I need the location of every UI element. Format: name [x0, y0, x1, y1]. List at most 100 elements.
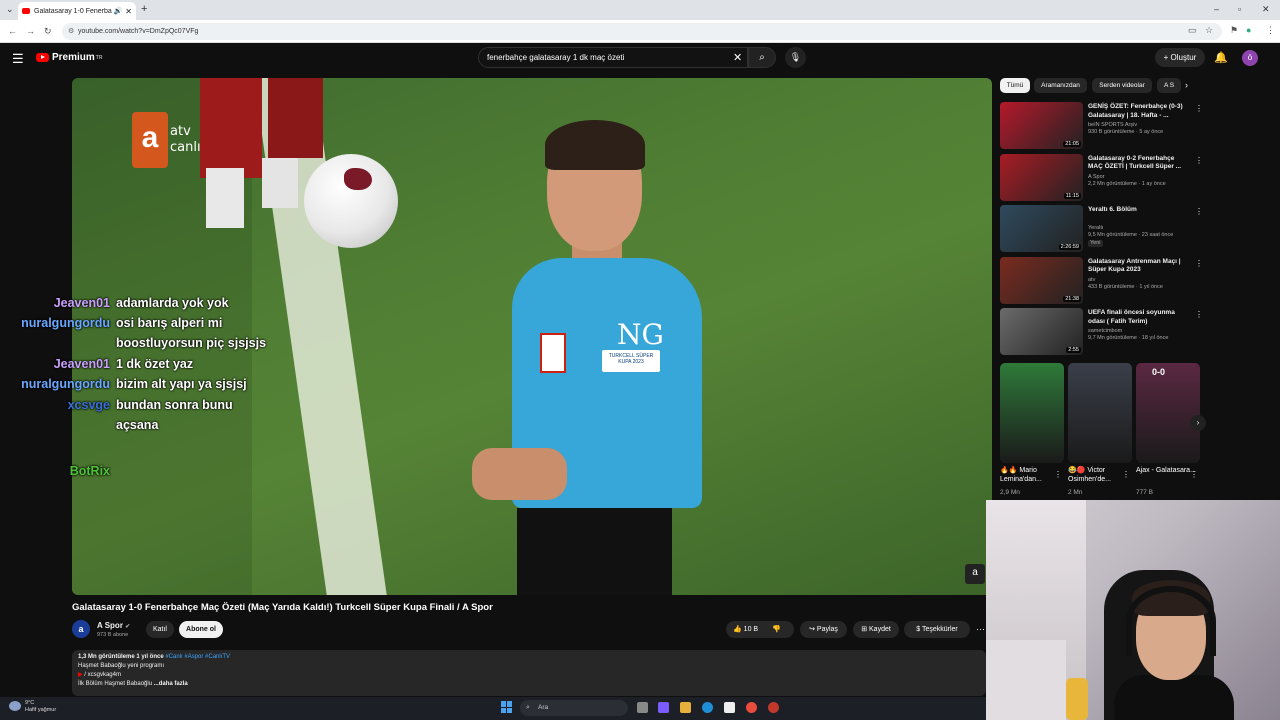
store-icon[interactable]	[724, 702, 735, 713]
related-video-channel[interactable]: sametcimbom	[1088, 328, 1192, 335]
short-menu-icon[interactable]: ⋮	[1054, 470, 1062, 479]
chip-channel[interactable]: A S	[1157, 78, 1181, 93]
maximize-icon[interactable]: ▫	[1238, 4, 1241, 14]
channel-watermark-icon[interactable]: a	[965, 564, 985, 584]
profile-icon[interactable]: ●	[1246, 25, 1251, 35]
short-title[interactable]: 🔥🔥 Mario Lemina'dan...	[1000, 466, 1060, 484]
related-video-title[interactable]: Galatasaray Antrenman Maçı | Süper Kupa …	[1088, 258, 1188, 275]
short-thumbnail[interactable]	[1000, 363, 1064, 463]
short-title[interactable]: Ajax - Galatasara...	[1136, 466, 1196, 475]
short-thumbnail[interactable]	[1068, 363, 1132, 463]
video-menu-icon[interactable]: ⋮	[1195, 104, 1203, 113]
reload-icon[interactable]: ↻	[44, 26, 52, 37]
related-video-title[interactable]: Galatasaray 0-2 Fenerbahçe MAÇ ÖZETİ | T…	[1088, 155, 1188, 172]
desc-link[interactable]: ▶ / xcsgvkag4m	[78, 671, 980, 680]
related-video-channel[interactable]: atv	[1088, 277, 1192, 284]
new-tab-icon[interactable]: +	[141, 3, 147, 15]
video-menu-icon[interactable]: ⋮	[1195, 259, 1203, 268]
video-thumbnail[interactable]: 2:26:59	[1000, 205, 1083, 252]
site-info-icon[interactable]: ⚙	[68, 23, 74, 40]
forward-icon[interactable]: →	[26, 26, 35, 36]
chat-username[interactable]: nuralgungordu	[21, 377, 110, 391]
browser-tab[interactable]: Galatasaray 1-0 Fenerbahçe 🔊 ✕	[18, 2, 136, 20]
voice-search-button[interactable]: 🎙	[785, 47, 806, 68]
avatar[interactable]: ö	[1242, 50, 1258, 66]
create-button[interactable]: + Oluştur	[1155, 48, 1205, 67]
notifications-bell-icon[interactable]: 🔔	[1214, 51, 1228, 64]
windows-start-icon[interactable]	[501, 701, 513, 713]
youtube-logo[interactable]: Premium TR	[36, 52, 102, 63]
search-button[interactable]: ⌕	[748, 47, 776, 68]
description-box[interactable]: 1,3 Mn görüntüleme 1 yıl önce #Canlı #As…	[72, 650, 986, 696]
video-menu-icon[interactable]: ⋮	[1195, 207, 1203, 216]
extensions-icon[interactable]: ⚑	[1230, 25, 1238, 36]
file-explorer-icon[interactable]	[680, 702, 691, 713]
bookmark-star-icon[interactable]: ☆	[1205, 25, 1213, 36]
join-button[interactable]: Katıl	[146, 621, 174, 638]
show-more-link[interactable]: ...daha fazla	[154, 681, 188, 687]
related-video-item[interactable]: 21:05 GENİŞ ÖZET: Fenerbahçe (0-3) Galata…	[1000, 102, 1203, 149]
hamburger-menu-icon[interactable]: ☰	[12, 51, 24, 67]
copilot-icon[interactable]	[658, 702, 669, 713]
install-icon[interactable]: ▭	[1188, 25, 1197, 36]
video-menu-icon[interactable]: ⋮	[1195, 156, 1203, 165]
related-video-title[interactable]: GENİŞ ÖZET: Fenerbahçe (0-3) Galatasaray…	[1088, 103, 1188, 120]
dislike-icon[interactable]: 👎	[772, 626, 781, 633]
thanks-button[interactable]: $ Teşekkürler	[904, 621, 970, 638]
short-menu-icon[interactable]: ⋮	[1190, 470, 1198, 479]
chevron-right-icon[interactable]: ›	[1185, 80, 1188, 90]
like-dislike-group[interactable]: 👍 10 B 👎	[726, 621, 794, 638]
short-thumbnail[interactable]: 0-0	[1136, 363, 1200, 463]
subscribe-button[interactable]: Abone ol	[179, 621, 223, 638]
related-video-item[interactable]: 11:15 Galatasaray 0-2 Fenerbahçe MAÇ ÖZET…	[1000, 153, 1203, 201]
taskbar-search[interactable]: ⌕ Ara	[520, 700, 628, 716]
save-button[interactable]: ⊞ Kaydet	[853, 621, 899, 638]
search-input[interactable]: fenerbahçe galatasaray 1 dk maç özeti	[478, 47, 748, 68]
url-field[interactable]: ⚙ youtube.com/watch?v=DmZpQc07VFg	[62, 23, 1222, 40]
video-thumbnail[interactable]: 11:15	[1000, 153, 1083, 201]
short-title[interactable]: 😂🔴 Victor Osimhen'de...	[1068, 466, 1128, 484]
related-video-item[interactable]: 2:26:59 Yeraltı 6. Bölüm Yeraltı 9,5 Mn gör…	[1000, 205, 1203, 252]
address-bar-row: ← → ↻ ⚙ youtube.com/watch?v=DmZpQc07VFg …	[0, 20, 1280, 43]
chip-from-search[interactable]: Aramanızdan	[1034, 78, 1087, 93]
back-icon[interactable]: ←	[8, 26, 17, 36]
related-video-channel[interactable]: A Spor	[1088, 174, 1192, 181]
minimize-icon[interactable]: –	[1214, 4, 1219, 14]
speaker-icon[interactable]: 🔊	[114, 7, 123, 15]
related-video-channel[interactable]: beIN SPORTS Arşiv	[1088, 122, 1192, 129]
chat-username[interactable]: nuralgungordu	[21, 316, 110, 330]
channel-name[interactable]: A Spor ✔	[97, 621, 130, 630]
chat-username[interactable]: Jeaven01	[54, 357, 110, 371]
task-view-icon[interactable]	[637, 702, 648, 713]
chat-text: boostluyorsun piç sjsjsjs	[116, 336, 267, 350]
hashtags[interactable]: #Canlı #Aspor #CanlıTV	[165, 654, 230, 660]
like-icon[interactable]: 👍	[733, 626, 742, 633]
chat-username[interactable]: xcsvge	[68, 398, 110, 412]
chat-username[interactable]: BotRix	[70, 464, 110, 478]
related-video-item[interactable]: 2:55 UEFA finali öncesi soyunma odası ( F…	[1000, 308, 1203, 355]
shorts-next-icon[interactable]: ›	[1190, 415, 1206, 431]
obs-icon[interactable]	[768, 702, 779, 713]
video-thumbnail[interactable]: 2:55	[1000, 308, 1083, 355]
edge-icon[interactable]	[702, 702, 713, 713]
video-thumbnail[interactable]: 21:38	[1000, 256, 1083, 304]
related-video-title[interactable]: UEFA finali öncesi soyunma odası ( Fatih…	[1088, 309, 1188, 326]
chrome-icon[interactable]	[746, 702, 757, 713]
share-button[interactable]: ↪ Paylaş	[800, 621, 847, 638]
browser-menu-icon[interactable]: ⋮	[1266, 25, 1275, 36]
close-tab-icon[interactable]: ✕	[125, 7, 132, 16]
chip-series[interactable]: Serden videolar	[1092, 78, 1152, 93]
video-thumbnail[interactable]: 21:05	[1000, 102, 1083, 149]
related-video-item[interactable]: 21:38 Galatasaray Antrenman Maçı | Süper …	[1000, 256, 1203, 304]
chip-all[interactable]: Tümü	[1000, 78, 1030, 93]
more-actions-icon[interactable]: ⋯	[976, 624, 985, 635]
clear-search-icon[interactable]: ✕	[733, 51, 742, 64]
channel-avatar[interactable]: a	[72, 620, 90, 638]
related-video-channel[interactable]: Yeraltı	[1088, 225, 1192, 232]
tab-list-icon[interactable]: ⌄	[6, 4, 14, 15]
short-menu-icon[interactable]: ⋮	[1122, 470, 1130, 479]
close-window-icon[interactable]: ✕	[1262, 4, 1270, 15]
chat-username[interactable]: Jeaven01	[54, 296, 110, 310]
related-video-title[interactable]: Yeraltı 6. Bölüm	[1088, 206, 1188, 215]
video-menu-icon[interactable]: ⋮	[1195, 310, 1203, 319]
